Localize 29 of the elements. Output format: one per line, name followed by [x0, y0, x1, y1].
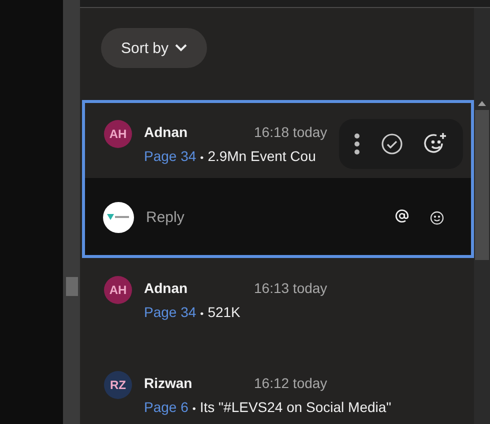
scroll-up-icon[interactable] — [478, 101, 486, 106]
comment-time: 16:12 today — [254, 375, 328, 391]
scrollbar-thumb[interactable] — [475, 110, 489, 260]
user-avatar: AH — [104, 120, 132, 148]
add-emoji-icon — [424, 132, 448, 156]
user-avatar: RZ — [104, 371, 132, 399]
logo-avatar-icon — [103, 202, 134, 233]
author-name: Adnan — [144, 280, 189, 296]
comment-time: 16:18 today — [254, 124, 328, 140]
more-icon — [354, 133, 360, 155]
chevron-down-icon — [174, 44, 187, 52]
reply-field[interactable]: Reply — [144, 208, 377, 227]
author-name: Rizwan — [144, 375, 194, 391]
more-button[interactable] — [352, 131, 362, 157]
page-link[interactable]: Page 34 — [144, 304, 196, 320]
page-link[interactable]: Page 34 — [144, 148, 196, 164]
comment-text: Page 6 • Its "#LEVS24 on Social Media" — [144, 399, 392, 415]
user-avatar: AH — [104, 276, 132, 304]
emoji-icon — [429, 210, 445, 226]
comment-time: 16:13 today — [254, 280, 328, 296]
comment-text: Page 34 • 2.9Mn Event Cou — [144, 148, 317, 164]
comment-text: Page 34 • 521K — [144, 304, 242, 320]
sort-by-button[interactable]: Sort by — [101, 28, 207, 68]
check-circle-icon — [380, 133, 403, 155]
page-link[interactable]: Page 6 — [144, 399, 188, 415]
at-icon — [395, 208, 409, 222]
author-name: Adnan — [144, 124, 189, 140]
resolve-button[interactable] — [378, 131, 405, 157]
scrollbar-thumb[interactable] — [66, 277, 78, 296]
